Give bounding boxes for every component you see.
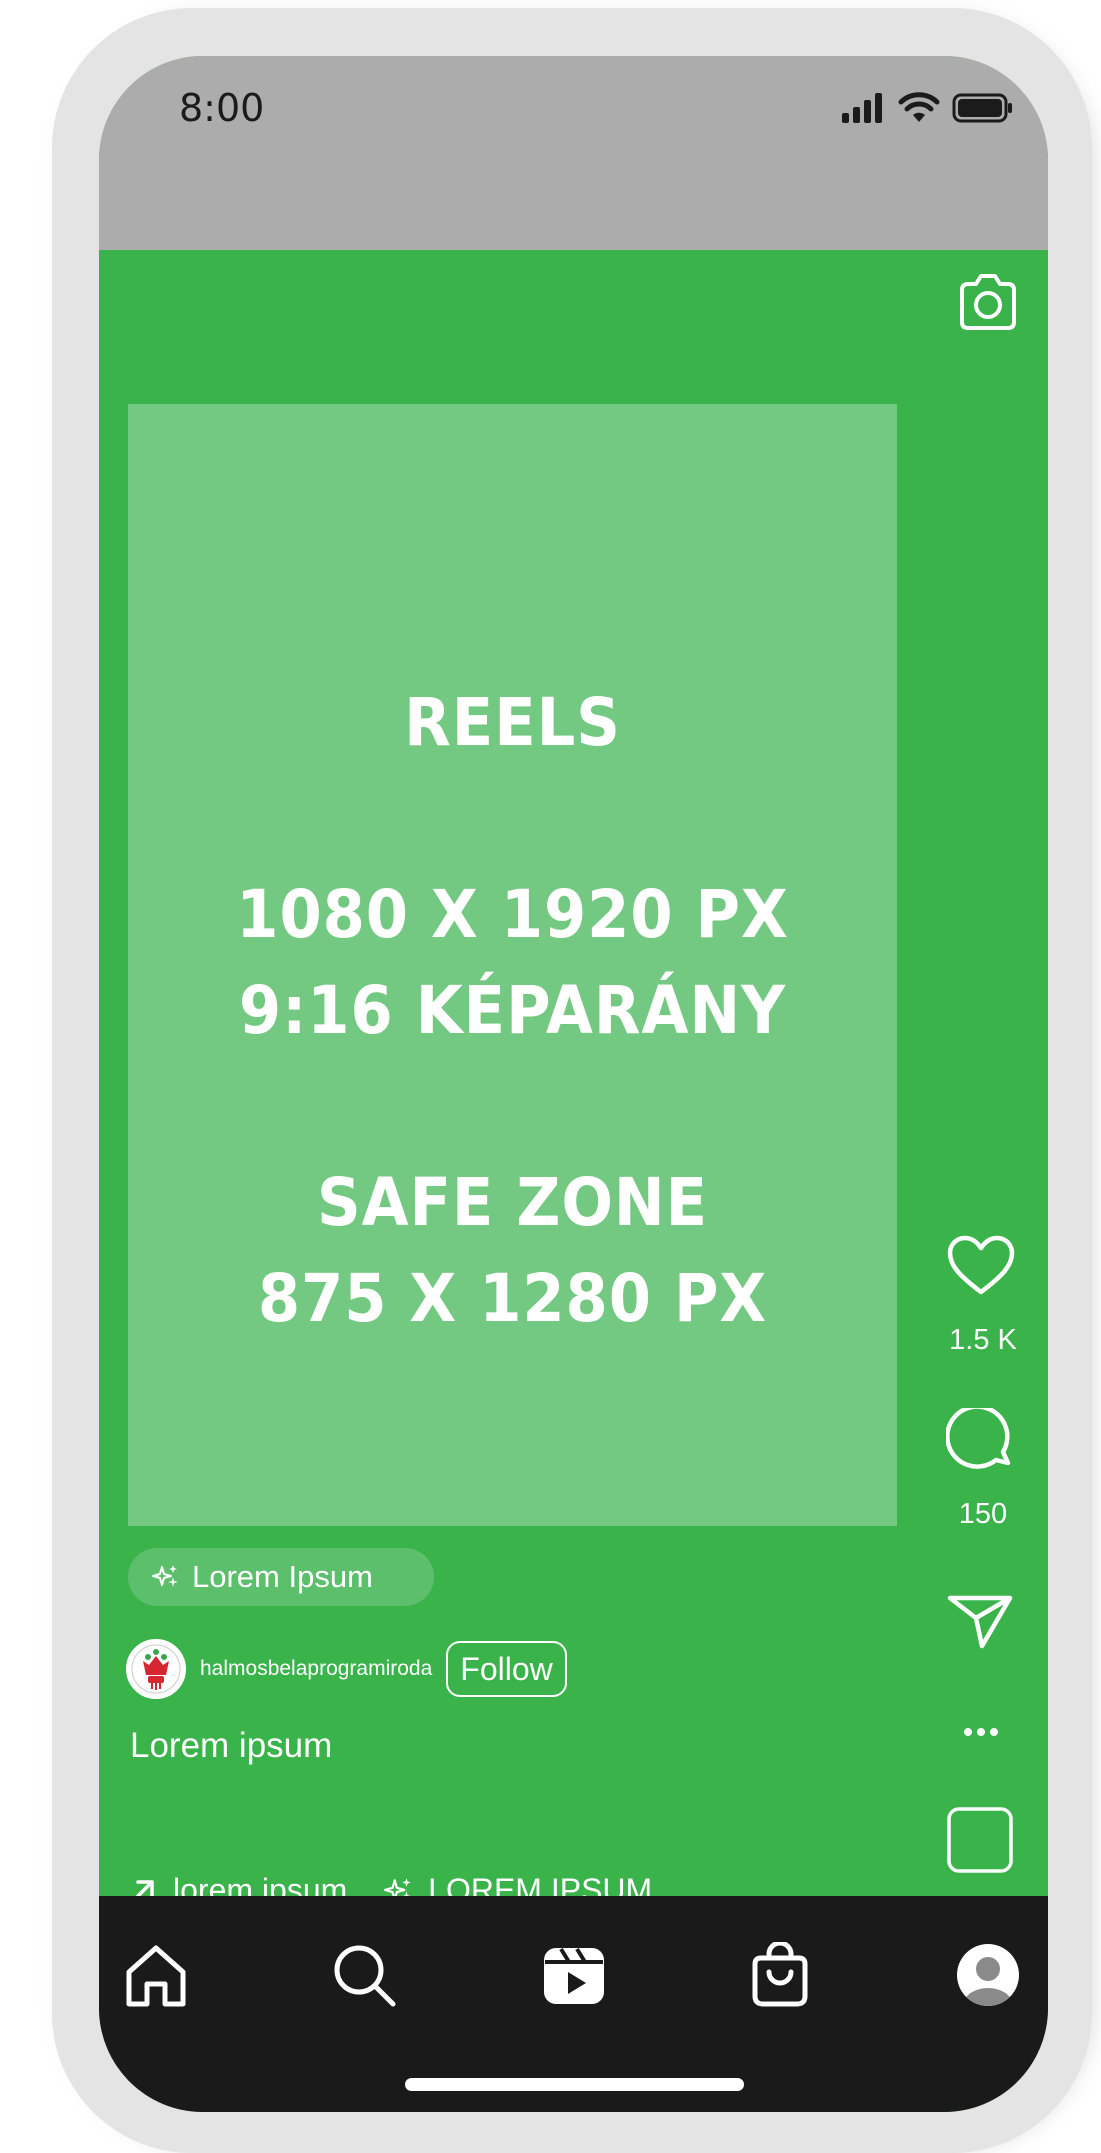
status-time: 8:00 (179, 86, 265, 130)
action-rail: 1.5 K 150 (918, 56, 1048, 2112)
cellular-signal-icon (842, 93, 882, 123)
shop-icon[interactable] (747, 1942, 813, 2008)
comment-count: 150 (958, 1498, 1008, 1530)
phone-screen: 8:00 REELS 1080 X 1920 PX 9:16 KÉPARÁNY … (99, 56, 1048, 2112)
home-icon[interactable] (123, 1942, 189, 2008)
effect-pill-label: Lorem Ipsum (192, 1559, 373, 1594)
audio-thumbnail-icon[interactable] (946, 1806, 1014, 1874)
sparkle-icon (152, 1563, 180, 1591)
safe-zone-aspect-ratio: 9:16 KÉPARÁNY (238, 972, 787, 1049)
bottom-nav (99, 1896, 1048, 2112)
safe-zone-label: SAFE ZONE (316, 1164, 709, 1241)
follow-button[interactable]: Follow (446, 1641, 567, 1697)
safe-zone-dimensions: 1080 X 1920 PX (236, 876, 789, 953)
safe-zone-title: REELS (404, 684, 621, 761)
account-avatar[interactable] (126, 1639, 186, 1699)
safe-zone-size: 875 X 1280 PX (257, 1260, 768, 1337)
search-icon[interactable] (331, 1942, 397, 2008)
account-username[interactable]: halmosbelaprogramiroda (200, 1657, 432, 1681)
like-count: 1.5 K (949, 1324, 1017, 1356)
comment-icon[interactable] (946, 1408, 1016, 1474)
status-bar: 8:00 (99, 56, 1048, 250)
reels-icon[interactable] (541, 1942, 607, 2008)
more-options-icon[interactable] (946, 1722, 1016, 1742)
send-icon[interactable] (946, 1592, 1016, 1650)
profile-icon[interactable] (955, 1942, 1021, 2008)
home-indicator[interactable] (405, 2078, 744, 2091)
account-row: halmosbelaprogramiroda Follow (126, 1637, 567, 1701)
effect-pill[interactable]: Lorem Ipsum (128, 1548, 434, 1606)
post-caption[interactable]: Lorem ipsum (130, 1726, 332, 1766)
heart-icon[interactable] (946, 1234, 1016, 1298)
brand-logo-icon (131, 1644, 181, 1694)
safe-zone: REELS 1080 X 1920 PX 9:16 KÉPARÁNY SAFE … (128, 404, 897, 1526)
